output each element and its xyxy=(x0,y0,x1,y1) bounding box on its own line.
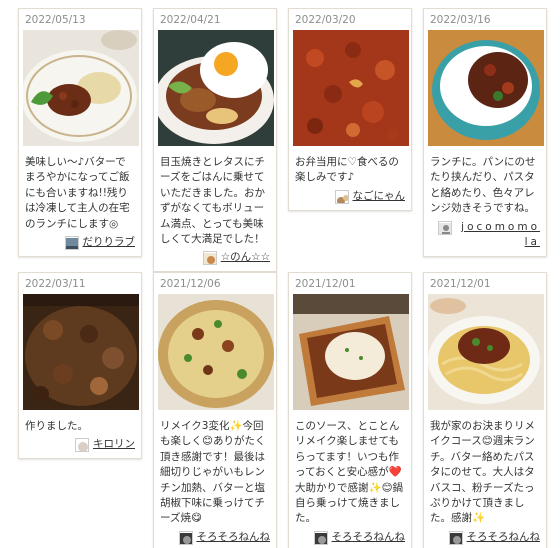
card-author[interactable]: なごにゃん xyxy=(293,189,407,204)
user-avatar-icon xyxy=(64,236,79,251)
card-photo[interactable] xyxy=(23,294,139,410)
card-comment: お弁当用に♡食べるの楽しみです♪ xyxy=(295,156,399,184)
card-comment: このソース、とことんリメイク楽しませてもらってます！いつも作っておくと安心感が❤… xyxy=(295,420,404,525)
card-photo[interactable] xyxy=(293,294,409,410)
card-author[interactable]: そろそろねんね xyxy=(428,530,542,545)
report-card[interactable]: 2021/12/01 我が家のお決まりリメイクコース😊週末ランチ。バター絡めたパ… xyxy=(423,272,547,548)
card-date: 2021/12/01 xyxy=(430,278,491,290)
card-author[interactable]: キロリン xyxy=(23,437,137,453)
user-avatar-icon xyxy=(448,530,463,545)
card-date: 2022/03/16 xyxy=(430,14,491,26)
card-comment: 我が家のお決まりリメイクコース😊週末ランチ。バター絡めたパスタにのせて。大人はタ… xyxy=(430,420,535,525)
card-comment: ランチに。パンにのせたり挟んだり、パスタと絡めたり、色々アレンジ効きそうですね。 xyxy=(430,156,536,215)
card-author[interactable]: そろそろねんね xyxy=(158,530,272,545)
card-author[interactable]: jocomomola xyxy=(428,220,542,250)
report-card[interactable]: 2021/12/06 リメイク3変化✨今回も楽しく😊ありがたく頂き感謝です！最後… xyxy=(153,272,277,548)
card-date: 2021/12/01 xyxy=(295,278,356,290)
card-photo[interactable] xyxy=(158,30,274,146)
card-author[interactable]: ☆のん☆☆ xyxy=(158,250,272,266)
card-date: 2022/03/20 xyxy=(295,14,356,26)
card-photo[interactable] xyxy=(428,294,544,410)
user-avatar-icon xyxy=(202,251,217,266)
report-card[interactable]: 2022/05/13 美味しい〜♪バターでまろやかになってご飯にも合いますね!!… xyxy=(18,8,142,258)
author-link[interactable]: ☆のん☆☆ xyxy=(221,250,270,265)
user-avatar-icon xyxy=(178,530,193,545)
author-link[interactable]: そろそろねんね xyxy=(197,530,271,545)
report-card[interactable]: 2022/03/11 作りました。 キロリン xyxy=(18,272,142,460)
card-photo[interactable] xyxy=(23,30,139,146)
card-author[interactable]: そろそろねんね xyxy=(293,530,407,545)
author-link[interactable]: そろそろねんね xyxy=(332,530,406,545)
report-card[interactable]: 2021/12/01 このソース、とことんリメイク楽しませてもらってます！いつも… xyxy=(288,272,412,548)
card-comment: リメイク3変化✨今回も楽しく😊ありがたく頂き感謝です！最後は細切りじゃがいもレン… xyxy=(160,420,266,525)
author-link[interactable]: そろそろねんね xyxy=(467,530,541,545)
card-comment: 作りました。 xyxy=(25,420,88,432)
user-avatar-icon xyxy=(75,438,89,453)
user-avatar-icon xyxy=(313,530,328,545)
author-link[interactable]: キロリン xyxy=(93,437,135,452)
report-card[interactable]: 2022/03/16 ランチに。パンにのせたり挟んだり、パスタと絡めたり、色々ア… xyxy=(423,8,547,257)
card-photo[interactable] xyxy=(293,30,409,146)
card-date: 2021/12/06 xyxy=(160,278,221,290)
author-link[interactable]: jocomomola xyxy=(456,220,540,250)
card-date: 2022/05/13 xyxy=(25,14,86,26)
report-card[interactable]: 2022/03/20 お弁当用に♡食べるの楽しみです♪ なごにゃん xyxy=(288,8,412,211)
card-date: 2022/03/11 xyxy=(25,278,86,290)
author-link[interactable]: だりりラブ xyxy=(83,235,136,250)
user-avatar-icon xyxy=(438,220,452,235)
user-avatar-icon xyxy=(334,189,349,204)
author-link[interactable]: なごにゃん xyxy=(353,189,406,204)
card-author[interactable]: だりりラブ xyxy=(23,235,137,251)
card-comment: 美味しい〜♪バターでまろやかになってご飯にも合いますね!!残りは冷凍して主人の在… xyxy=(25,156,130,230)
card-comment: 目玉焼きとレタスにチーズをごはんに乗せていただきました。おかずがなくてもボリュー… xyxy=(160,156,265,246)
card-photo[interactable] xyxy=(428,30,544,146)
card-date: 2022/04/21 xyxy=(160,14,221,26)
report-card[interactable]: 2022/04/21 目玉焼きとレタスにチーズをごはんに乗せていただきました。お… xyxy=(153,8,277,273)
card-photo[interactable] xyxy=(158,294,274,410)
